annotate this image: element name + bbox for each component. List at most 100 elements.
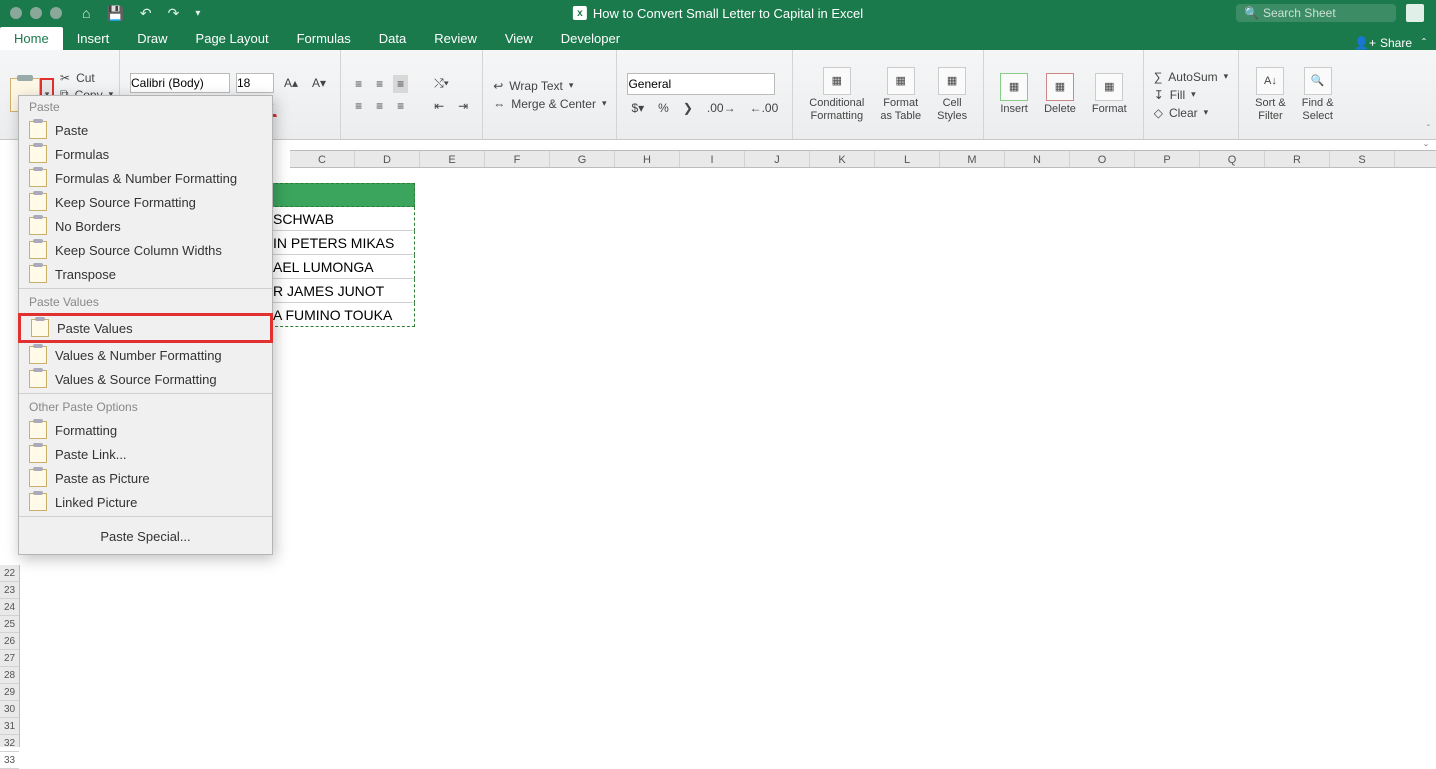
menu-formulas-number-formatting[interactable]: Formulas & Number Formatting	[19, 166, 272, 190]
menu-values-number-formatting[interactable]: Values & Number Formatting	[19, 343, 272, 367]
search-sheet[interactable]: 🔍 Search Sheet	[1236, 4, 1396, 22]
col-header[interactable]: R	[1265, 151, 1330, 167]
row-header[interactable]: 25	[0, 616, 19, 633]
align-left-button[interactable]: ≡	[351, 97, 366, 115]
menu-paste-as-picture[interactable]: Paste as Picture	[19, 466, 272, 490]
data-cell[interactable]: IN PETERS MIKAS	[270, 231, 415, 255]
save-icon[interactable]: 💾	[106, 5, 123, 22]
fill-button[interactable]: ↧Fill▾	[1154, 88, 1228, 102]
menu-transpose[interactable]: Transpose	[19, 262, 272, 286]
data-cell[interactable]: AEL LUMONGA	[270, 255, 415, 279]
menu-no-borders[interactable]: No Borders	[19, 214, 272, 238]
format-cells-button[interactable]: ▦Format	[1086, 69, 1133, 119]
number-format-select[interactable]	[627, 73, 775, 95]
row-header[interactable]: 24	[0, 599, 19, 616]
decrease-indent-button[interactable]: ⇤	[430, 97, 448, 115]
row-header[interactable]: 29	[0, 684, 19, 701]
row-header[interactable]: 27	[0, 650, 19, 667]
row-header[interactable]: 30	[0, 701, 19, 718]
data-cell[interactable]: A FUMINO TOUKA	[270, 303, 415, 327]
align-top-button[interactable]: ≡	[351, 75, 366, 93]
decrease-decimal-button[interactable]: ←.00	[746, 99, 783, 117]
tab-insert[interactable]: Insert	[63, 27, 124, 50]
sort-filter-button[interactable]: A↓Sort & Filter	[1249, 63, 1292, 125]
col-header[interactable]: K	[810, 151, 875, 167]
delete-cells-button[interactable]: ▦Delete	[1038, 69, 1082, 119]
accounting-format-button[interactable]: $▾	[627, 99, 648, 117]
conditional-formatting-button[interactable]: ▦Conditional Formatting	[803, 63, 870, 125]
align-center-button[interactable]: ≡	[372, 97, 387, 115]
format-as-table-button[interactable]: ▦Format as Table	[874, 63, 927, 125]
menu-paste[interactable]: Paste	[19, 118, 272, 142]
minimize-window[interactable]	[30, 7, 42, 19]
col-header[interactable]: Q	[1200, 151, 1265, 167]
align-bottom-button[interactable]: ≡	[393, 75, 408, 93]
orientation-button[interactable]: ⤭▾	[430, 74, 453, 93]
row-header[interactable]: 23	[0, 582, 19, 599]
col-header[interactable]: P	[1135, 151, 1200, 167]
selected-header-cell[interactable]	[270, 183, 415, 207]
menu-keep-source-formatting[interactable]: Keep Source Formatting	[19, 190, 272, 214]
row-header[interactable]: 22	[0, 565, 19, 582]
increase-indent-button[interactable]: ⇥	[454, 97, 472, 115]
user-avatar[interactable]	[1406, 4, 1424, 22]
col-header[interactable]: M	[940, 151, 1005, 167]
close-window[interactable]	[10, 7, 22, 19]
col-header[interactable]: E	[420, 151, 485, 167]
data-cell[interactable]: SCHWAB	[270, 207, 415, 231]
tab-page-layout[interactable]: Page Layout	[182, 27, 283, 50]
menu-paste-link[interactable]: Paste Link...	[19, 442, 272, 466]
menu-paste-special[interactable]: Paste Special...	[19, 519, 272, 554]
menu-linked-picture[interactable]: Linked Picture	[19, 490, 272, 514]
col-header[interactable]: C	[290, 151, 355, 167]
col-header[interactable]: G	[550, 151, 615, 167]
row-header[interactable]: 26	[0, 633, 19, 650]
col-header[interactable]: S	[1330, 151, 1395, 167]
tab-developer[interactable]: Developer	[547, 27, 634, 50]
cell-styles-button[interactable]: ▦Cell Styles	[931, 63, 973, 125]
row-header[interactable]: 32	[0, 735, 19, 752]
data-cell[interactable]: R JAMES JUNOT	[270, 279, 415, 303]
undo-icon[interactable]: ↶	[140, 5, 152, 22]
merge-center-button[interactable]: ⇔Merge & Center▾	[493, 97, 606, 111]
increase-font-button[interactable]: A▴	[280, 74, 302, 92]
align-right-button[interactable]: ≡	[393, 97, 408, 115]
tab-review[interactable]: Review	[420, 27, 491, 50]
col-header[interactable]: H	[615, 151, 680, 167]
redo-icon[interactable]: ↷	[168, 5, 180, 22]
row-header[interactable]: 31	[0, 718, 19, 735]
tab-view[interactable]: View	[491, 27, 547, 50]
comma-format-button[interactable]: ❯	[679, 99, 697, 117]
menu-keep-source-column-widths[interactable]: Keep Source Column Widths	[19, 238, 272, 262]
menu-formatting[interactable]: Formatting	[19, 418, 272, 442]
increase-decimal-button[interactable]: .00→	[703, 99, 740, 117]
home-icon[interactable]: ⌂	[82, 5, 90, 21]
tab-draw[interactable]: Draw	[123, 27, 181, 50]
clear-button[interactable]: ◇Clear▾	[1154, 106, 1228, 120]
row-header[interactable]: 33	[0, 752, 19, 769]
tab-formulas[interactable]: Formulas	[283, 27, 365, 50]
zoom-window[interactable]	[50, 7, 62, 19]
percent-format-button[interactable]: %	[654, 99, 673, 117]
tab-data[interactable]: Data	[365, 27, 420, 50]
find-select-button[interactable]: 🔍Find & Select	[1296, 63, 1340, 125]
col-header[interactable]: L	[875, 151, 940, 167]
align-middle-button[interactable]: ≡	[372, 75, 387, 93]
menu-paste-values[interactable]: Paste Values	[21, 316, 270, 340]
col-header[interactable]: D	[355, 151, 420, 167]
autosum-button[interactable]: ∑AutoSum▾	[1154, 70, 1228, 84]
insert-cells-button[interactable]: ▦Insert	[994, 69, 1034, 119]
font-size-input[interactable]	[236, 73, 274, 93]
col-header[interactable]: O	[1070, 151, 1135, 167]
menu-values-source-formatting[interactable]: Values & Source Formatting	[19, 367, 272, 391]
wrap-text-button[interactable]: ↩Wrap Text▾	[493, 79, 606, 93]
cut-button[interactable]: ✂Cut	[60, 71, 113, 85]
col-header[interactable]: I	[680, 151, 745, 167]
row-header[interactable]: 28	[0, 667, 19, 684]
qat-more-icon[interactable]: ▾	[195, 8, 200, 19]
decrease-font-button[interactable]: A▾	[308, 74, 330, 92]
col-header[interactable]: N	[1005, 151, 1070, 167]
col-header[interactable]: J	[745, 151, 810, 167]
share-button[interactable]: 👤+ Share	[1354, 36, 1412, 50]
tab-home[interactable]: Home	[0, 27, 63, 50]
